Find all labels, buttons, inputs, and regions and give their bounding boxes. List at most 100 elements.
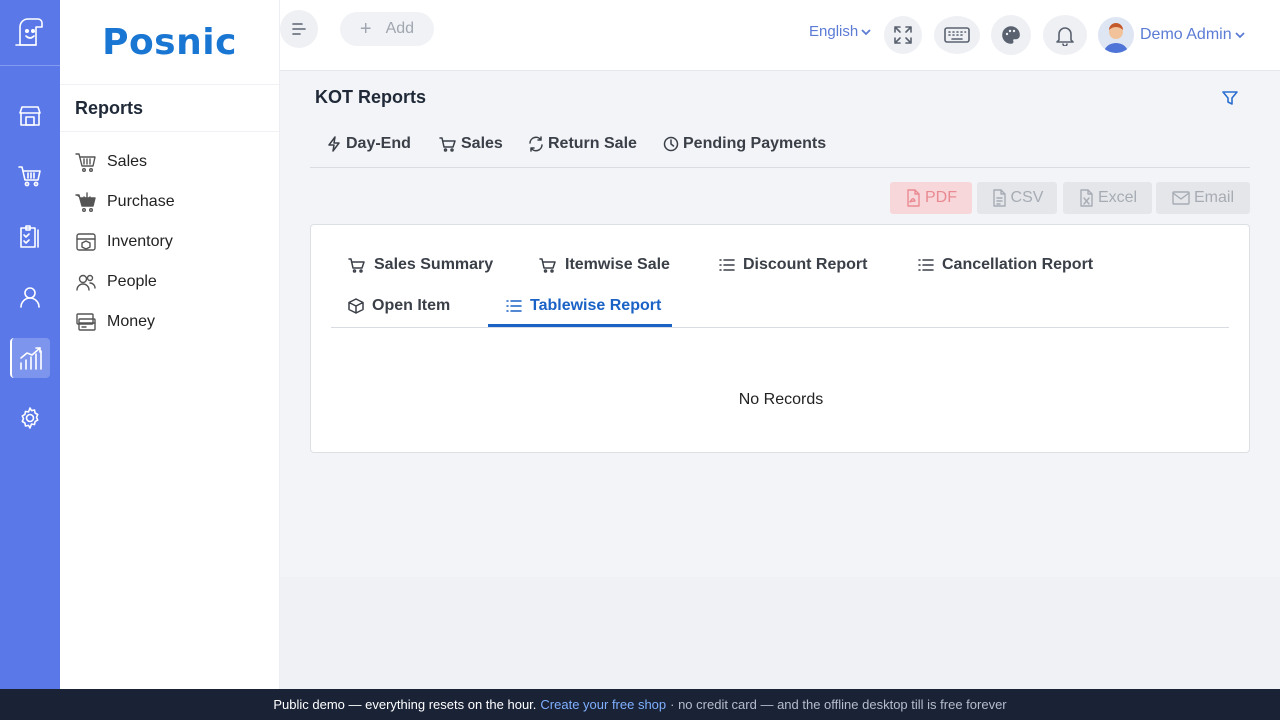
export-label: PDF [925,189,957,206]
tab-label: Tablewise Report [530,297,662,314]
align-left-icon [292,23,306,35]
notifications-button[interactable] [1043,15,1087,55]
sidebar-item-purchase[interactable]: Purchase [60,182,279,222]
chevron-down-icon [861,28,871,35]
tab-label: Open Item [372,297,451,314]
active-tab-indicator [488,324,672,327]
tab-day-end[interactable]: Day-End [326,135,411,153]
user-name: Demo Admin [1140,26,1232,43]
list-icon [506,300,522,312]
keyboard-icon [944,27,970,43]
tab-tablewise-report[interactable]: Tablewise Report [506,287,661,325]
chevron-down-icon [1234,32,1245,39]
list-icon [719,259,735,271]
sidebar-item-label: Sales [107,153,148,170]
tab-cancellation-report[interactable]: Cancellation Report [918,246,1093,284]
icon-rail [0,0,60,689]
sidebar-item-label: People [107,273,157,290]
file-pdf-icon [907,189,920,207]
banner-rest-text: · no credit card — and the offline deskt… [670,697,1007,712]
tab-pending-payments[interactable]: Pending Payments [663,135,826,153]
tab-sales-summary[interactable]: Sales Summary [348,246,493,284]
tab-return-sale[interactable]: Return Sale [528,135,637,153]
refresh-icon [529,136,543,152]
inventory-icon [76,233,96,251]
export-email-button[interactable]: Email [1156,182,1250,214]
fullscreen-button[interactable] [884,16,922,54]
sidebar-item-money[interactable]: Money [60,302,279,342]
money-icon [76,313,96,331]
palette-icon [1002,26,1020,44]
expand-icon [894,26,912,44]
cart-icon [439,137,456,152]
plus-icon: + [359,17,372,40]
add-button[interactable]: + Add [340,12,434,46]
sidebar-item-people[interactable]: People [60,262,279,302]
tab-label: Discount Report [743,256,868,273]
export-csv-button[interactable]: CSV [977,182,1057,214]
theme-button[interactable] [991,15,1031,55]
main-content: KOT Reports Day-End Sales Return Sale Pe… [280,71,1280,577]
lightning-icon [328,136,340,152]
filter-icon [1222,91,1238,105]
filter-button[interactable] [1221,89,1239,112]
create-shop-link[interactable]: Create your free shop [540,697,666,712]
empty-state-message: No Records [738,391,824,408]
tab-label: Itemwise Sale [565,256,670,273]
menu-toggle-button[interactable] [280,10,318,48]
brand-logo[interactable]: Posnic [60,0,279,84]
avatar [1098,17,1134,53]
sidebar-item-inventory[interactable]: Inventory [60,222,279,262]
file-text-icon [992,189,1006,207]
lower-area [280,577,1280,689]
clock-icon [663,136,679,152]
tab-open-item[interactable]: Open Item [348,287,450,325]
report-card: Sales Summary Itemwise Sale Discount Rep… [310,224,1250,453]
demo-banner: Public demo — everything resets on the h… [0,689,1280,720]
reports-sidebar: Posnic Reports Sales Purchase Inventory … [60,0,280,689]
export-pdf-button[interactable]: PDF [890,182,972,214]
tab-label: Sales [461,135,503,152]
cart-icon [348,258,365,273]
box-icon [348,298,364,314]
list-icon [918,259,934,271]
sidebar-item-sales[interactable]: Sales [60,142,279,182]
rail-store-icon[interactable] [10,96,50,136]
rail-checklist-icon[interactable] [10,217,50,257]
rail-basket-icon[interactable] [10,156,50,196]
sidebar-item-label: Money [107,313,156,330]
keyboard-shortcuts-button[interactable] [934,16,980,54]
language-select[interactable]: English [809,23,871,40]
tab-sales[interactable]: Sales [439,135,503,153]
people-icon [76,274,96,291]
export-label: CSV [1010,189,1044,206]
tab-itemwise-sale[interactable]: Itemwise Sale [539,246,670,284]
basket-icon [75,153,96,173]
report-tabs: Sales Summary Itemwise Sale Discount Rep… [331,243,1229,328]
sidebar-item-label: Inventory [107,233,173,250]
sidebar-list: Sales Purchase Inventory People Money [60,132,279,342]
banner-text: Public demo — everything resets on the h… [273,697,537,712]
tab-label: Sales Summary [374,256,494,273]
user-menu[interactable]: Demo Admin [1098,17,1245,53]
tab-label: Pending Payments [683,135,827,152]
sidebar-item-label: Purchase [107,193,175,210]
tab-label: Day-End [346,135,411,152]
export-label: Excel [1097,189,1138,206]
tab-discount-report[interactable]: Discount Report [719,246,867,284]
add-button-label: Add [385,20,415,37]
rail-user-icon[interactable] [10,277,50,317]
file-excel-icon [1080,189,1093,207]
rail-settings-icon[interactable] [10,398,50,438]
export-excel-button[interactable]: Excel [1063,182,1152,214]
app-logo-icon[interactable] [0,0,60,66]
rail-reports-icon[interactable] [10,338,50,378]
tab-label: Return Sale [548,135,637,152]
language-label: English [809,23,859,40]
tab-label: Cancellation Report [942,256,1094,273]
bell-icon [1056,27,1074,46]
page-title: KOT Reports [315,87,427,107]
export-label: Email [1193,189,1234,206]
cart-icon [75,192,96,213]
top-header: + Add English Demo Admin [280,0,1280,71]
